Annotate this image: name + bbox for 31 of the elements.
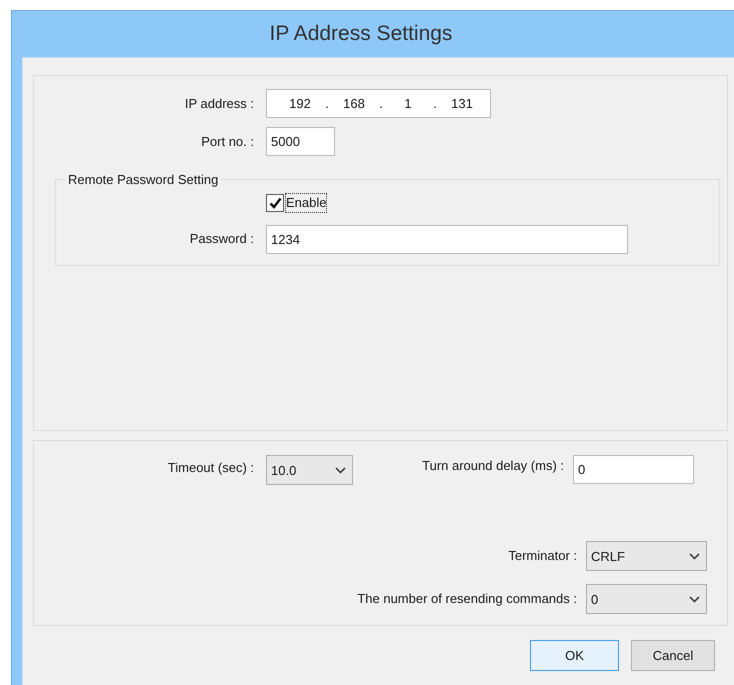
ip-octet: 192 xyxy=(288,94,312,113)
octet-separator: . xyxy=(324,94,330,113)
resend-label: The number of resending commands : xyxy=(356,590,577,608)
timeout-dropdown[interactable]: 10.0 xyxy=(266,455,353,485)
resend-dropdown[interactable]: 0 xyxy=(586,584,707,614)
dialog-button[interactable]: OK xyxy=(530,640,619,671)
password-field[interactable]: 1234 xyxy=(266,224,628,254)
turnaround-label: Turn around delay (ms) : xyxy=(421,457,564,475)
chevron-down-icon xyxy=(689,552,700,560)
check-icon xyxy=(268,196,282,208)
port-label: Port no. : xyxy=(200,132,254,151)
window-title: IP Address Settings xyxy=(270,21,452,48)
ip-address-label: IP address : xyxy=(184,94,254,113)
dialog-button[interactable]: Cancel xyxy=(631,640,715,671)
port-field[interactable]: 5000 xyxy=(266,127,335,156)
chevron-down-icon xyxy=(689,596,700,602)
turnaround-field[interactable]: 0 xyxy=(573,455,694,484)
terminator-label: Terminator : xyxy=(507,547,577,566)
octet-separator: . xyxy=(432,94,438,113)
ip-octet: 131 xyxy=(450,94,474,113)
enable-checkbox[interactable] xyxy=(266,194,284,212)
group-title: Remote Password Setting xyxy=(67,171,220,189)
octet-separator: . xyxy=(378,94,384,113)
enable-label[interactable]: Enable xyxy=(286,194,326,212)
terminator-dropdown[interactable]: CRLF xyxy=(586,541,707,571)
ip-octet: 1 xyxy=(403,94,413,113)
ip-octet: 168 xyxy=(342,94,366,113)
chevron-down-icon xyxy=(335,466,346,474)
timeout-label: Timeout (sec) : xyxy=(166,459,254,477)
ip-address-field[interactable]: 192 . 168 . 1 . 131 xyxy=(266,89,491,118)
password-label: Password : xyxy=(188,230,254,248)
